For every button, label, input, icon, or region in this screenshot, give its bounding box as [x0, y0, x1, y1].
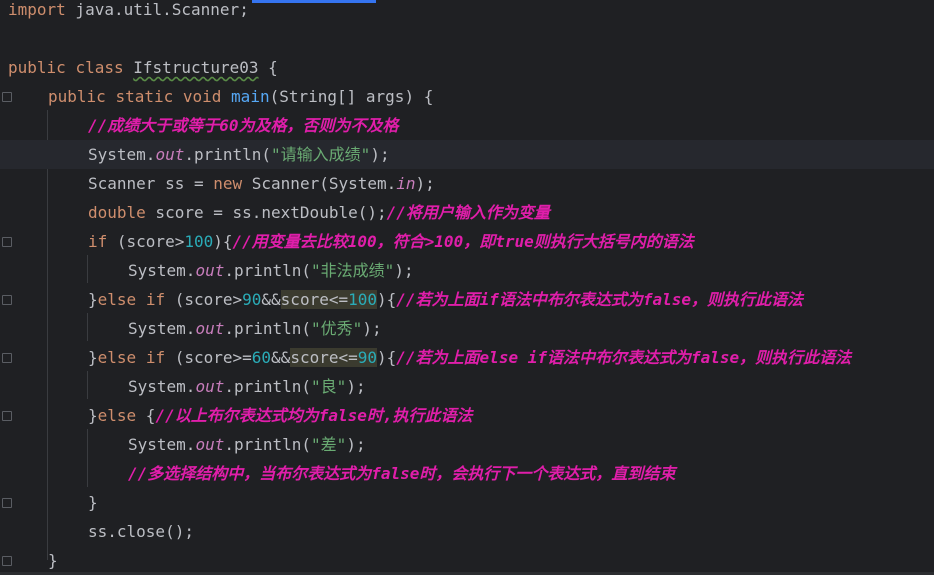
code-text: Scanner(System. [242, 174, 397, 193]
field: in [396, 174, 416, 193]
code-text: && [261, 290, 281, 309]
comment: //若为上面else if语法中布尔表达式为false，则执行此语法 [396, 348, 852, 367]
code-line[interactable]: System.out.println("差"); [0, 430, 934, 459]
keyword: static [115, 87, 174, 106]
keyword: if [145, 290, 166, 309]
code-text: .println( [184, 145, 272, 164]
field: out [195, 319, 225, 338]
code-text: System. [128, 377, 196, 396]
number-literal: 100 [348, 290, 378, 309]
code-text: ); [346, 435, 366, 454]
number-literal: 90 [242, 290, 262, 309]
code-text: ); [362, 319, 382, 338]
string-literal: "请输入成绩" [271, 145, 371, 164]
code-text: (score>= [165, 348, 252, 367]
keyword: else [97, 348, 137, 367]
code-text: .println( [224, 377, 312, 396]
code-line[interactable]: Scanner ss = new Scanner(System.in); [0, 169, 934, 198]
keyword: if [88, 232, 108, 251]
comment: //以上布尔表达式均为false时,执行此语法 [155, 406, 473, 425]
code-line[interactable]: System.out.println("优秀"); [0, 314, 934, 343]
code-line[interactable]: }else if (score>90&&score<=100){//若为上面if… [0, 285, 934, 314]
code-text: } [88, 493, 98, 512]
string-literal: "差" [311, 435, 347, 454]
code-text: } [88, 290, 98, 309]
number-literal: 100 [184, 232, 214, 251]
string-literal: "优秀" [311, 319, 363, 338]
code-text: } [88, 348, 98, 367]
code-text: .println( [224, 261, 312, 280]
keyword: class [75, 58, 124, 77]
code-text: score = ss.nextDouble(); [145, 203, 387, 222]
keyword: import [8, 0, 66, 19]
code-line[interactable]: double score = ss.nextDouble();//将用户输入作为… [0, 198, 934, 227]
code-line[interactable]: if (score>100){//用变量去比较100，符合>100，即true则… [0, 227, 934, 256]
comment: //将用户输入作为变量 [386, 203, 550, 222]
keyword: else [97, 406, 137, 425]
code-line[interactable]: //多选择结构中，当布尔表达式为false时，会执行下一个表达式，直到结束 [0, 459, 934, 488]
comment: //多选择结构中，当布尔表达式为false时，会执行下一个表达式，直到结束 [128, 464, 676, 483]
code-text: Scanner ss = [88, 174, 214, 193]
string-literal: "非法成绩" [311, 261, 395, 280]
code-text: && [271, 348, 291, 367]
code-line[interactable]: }else if (score>=60&&score<=90){//若为上面el… [0, 343, 934, 372]
field: out [195, 261, 225, 280]
keyword: public [48, 87, 106, 106]
code-text: ss.close(); [88, 522, 194, 541]
class-name: Ifstructure03 [133, 58, 259, 77]
keyword: else [97, 290, 137, 309]
string-literal: "良" [311, 377, 347, 396]
code-line[interactable]: public class Ifstructure03 { [0, 53, 934, 82]
field: out [195, 377, 225, 396]
code-text: { [258, 58, 278, 77]
highlighted-text: score<= [290, 348, 358, 367]
code-text: (String[] args) { [269, 87, 434, 106]
code-text: } [88, 406, 98, 425]
code-text: System. [128, 435, 196, 454]
field: out [155, 145, 185, 164]
code-text: ){ [377, 290, 397, 309]
code-line[interactable]: //成绩大于或等于60为及格，否则为不及格 [0, 111, 934, 140]
keyword: if [145, 348, 166, 367]
keyword: void [182, 87, 222, 106]
code-text: .println( [224, 319, 312, 338]
code-text: ){ [377, 348, 397, 367]
code-editor[interactable]: import java.util.Scanner; public class I… [0, 0, 934, 572]
method-name: main [231, 87, 270, 106]
code-line[interactable]: } [0, 546, 934, 575]
code-text: .println( [224, 435, 312, 454]
code-text: ); [370, 145, 390, 164]
code-text: java.util.Scanner; [65, 0, 249, 19]
highlighted-text: score<= [280, 290, 349, 309]
code-text: ); [346, 377, 366, 396]
code-text: ){ [213, 232, 233, 251]
code-line[interactable]: ss.close(); [0, 517, 934, 546]
code-text: (score> [107, 232, 185, 251]
field: out [195, 435, 225, 454]
keyword: new [213, 174, 243, 193]
comment: //成绩大于或等于60为及格，否则为不及格 [88, 116, 399, 135]
code-line-current[interactable]: System.out.println("请输入成绩"); [0, 140, 934, 169]
comment: //用变量去比较100，符合>100，即true则执行大括号内的语法 [232, 232, 694, 251]
keyword: public [8, 58, 66, 77]
code-text: System. [88, 145, 156, 164]
code-text: ); [394, 261, 414, 280]
number-literal: 90 [357, 348, 378, 367]
code-text: { [136, 406, 156, 425]
code-line[interactable]: import java.util.Scanner; [0, 0, 934, 24]
code-text: ); [415, 174, 435, 193]
code-line[interactable]: } [0, 488, 934, 517]
code-line[interactable]: System.out.println("良"); [0, 372, 934, 401]
code-line[interactable]: System.out.println("非法成绩"); [0, 256, 934, 285]
number-literal: 60 [251, 348, 272, 367]
keyword: double [88, 203, 146, 222]
code-text: (score> [165, 290, 243, 309]
code-text: System. [128, 261, 196, 280]
code-text: } [48, 551, 58, 570]
code-text: System. [128, 319, 196, 338]
code-line[interactable]: }else {//以上布尔表达式均为false时,执行此语法 [0, 401, 934, 430]
code-line[interactable]: public static void main(String[] args) { [0, 82, 934, 111]
comment: //若为上面if语法中布尔表达式为false，则执行此语法 [396, 290, 803, 309]
